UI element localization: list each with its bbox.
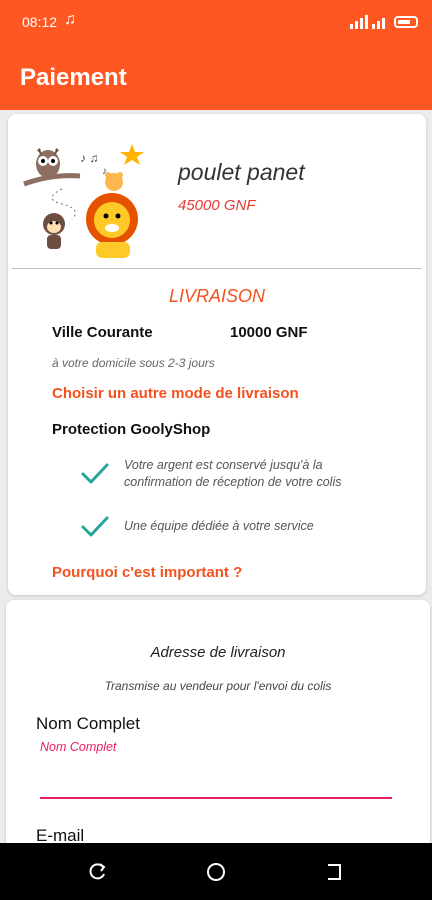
protection-benefit-1: Votre argent est conservé jusqu'à la con… (124, 458, 342, 489)
order-summary-card: ♪ ♫ ♪ poulet panet 45000 GNF LIVRAISON V… (8, 114, 426, 595)
back-icon[interactable] (86, 860, 110, 884)
protection-title: Protection GoolyShop (52, 421, 211, 438)
svg-text:♪ ♫: ♪ ♫ (80, 151, 98, 165)
battery-icon (394, 16, 418, 28)
app-bar: Paiement (0, 44, 432, 110)
page-title: Paiement (20, 64, 127, 91)
full-name-label: Nom Complet (36, 714, 140, 733)
home-icon[interactable] (204, 860, 228, 884)
address-title: Adresse de livraison (150, 644, 286, 661)
full-name-input[interactable] (40, 736, 392, 799)
check-icon (81, 463, 109, 484)
divider (12, 268, 422, 269)
product-image: ♪ ♫ ♪ (23, 144, 144, 258)
signal-icon (350, 15, 385, 29)
protection-benefit-2: Une équipe dédiée à votre service (124, 519, 314, 533)
recent-apps-icon[interactable] (323, 860, 347, 884)
system-nav-bar (0, 843, 432, 900)
change-delivery-link[interactable]: Choisir un autre mode de livraison (52, 385, 299, 402)
product-name: poulet panet (178, 159, 305, 185)
delivery-delay: à votre domicile sous 2-3 jours (52, 356, 215, 370)
status-time: 08:12 (22, 14, 58, 30)
product-price: 45000 GNF (178, 197, 256, 214)
why-important-link[interactable]: Pourquoi c'est important ? (52, 564, 242, 581)
check-icon (81, 516, 109, 537)
delivery-location: Ville Courante (52, 324, 153, 341)
status-bar: 08:12 ♫ (0, 0, 432, 44)
livraison-header: LIVRAISON (168, 286, 266, 306)
address-subtitle: Transmise au vendeur pour l'envoi du col… (104, 679, 332, 693)
music-note-icon: ♫ (64, 11, 76, 28)
address-card: Adresse de livraison Transmise au vendeu… (6, 600, 430, 860)
delivery-price: 10000 GNF (230, 324, 308, 341)
